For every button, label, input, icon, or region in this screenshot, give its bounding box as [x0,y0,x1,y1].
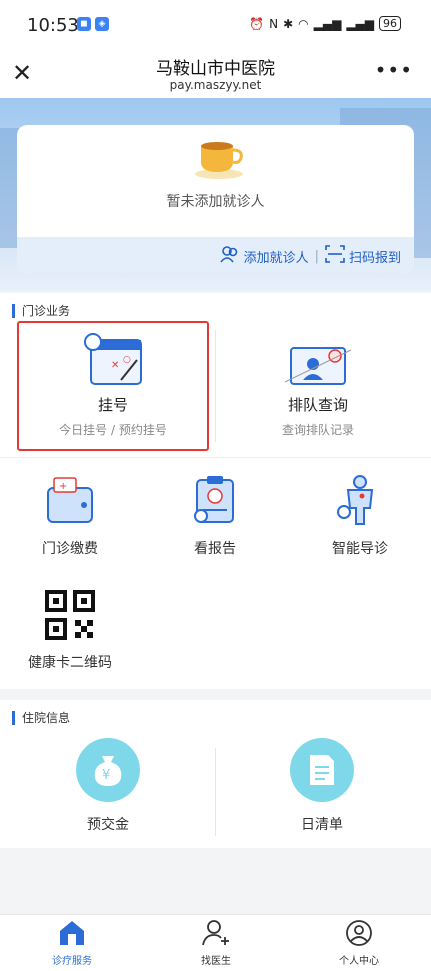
guide-item[interactable]: 智能导诊 [300,474,420,558]
wallet-icon: + [47,477,93,523]
guide-label: 智能导诊 [332,541,388,557]
divider [0,457,431,458]
tab-label: 找医生 [201,956,231,967]
payment-item[interactable]: + 门诊缴费 [10,474,130,558]
status-app-icons: ◼ ◈ [77,17,109,31]
bottom-tab-bar: 诊疗服务 找医生 个人中心 [0,914,431,971]
divider [215,748,216,836]
section-title: 住院信息 [12,711,70,725]
daily-list-item[interactable]: 日清单 [262,738,382,834]
scan-icon [325,245,345,267]
app-notification-icon: ◼ [77,17,91,31]
empty-patient-text: 暂未添加就诊人 [166,194,265,210]
report-label: 看报告 [194,541,236,557]
signal-icon: ▂▄▆ [313,16,342,31]
tab-medical-service[interactable]: 诊疗服务 [22,919,122,967]
status-indicators: ⏰ N ✱ ◠ ▂▄▆ ▂▄▆ 96 [249,16,401,31]
queue-subtitle: 查询排队记录 [281,423,354,437]
highlight-box [17,321,209,451]
queue-title: 排队查询 [287,396,348,414]
payment-label: 门诊缴费 [42,541,98,557]
health-card-qr-label: 健康卡二维码 [28,655,112,671]
divider [215,330,216,442]
deposit-label: 预交金 [87,817,129,833]
nav-bar: ✕ 马鞍山市中医院 pay.maszyy.net ••• [0,52,431,98]
alarm-icon: ⏰ [249,16,265,31]
nfc-icon: N [269,16,279,31]
report-clipboard-icon [194,476,234,523]
coffee-cup-icon [195,142,243,179]
status-bar: 10:53 ◼ ◈ ⏰ N ✱ ◠ ▂▄▆ ▂▄▆ 96 [0,0,431,52]
daily-list-label: 日清单 [301,817,343,833]
status-time: 10:53 [27,15,79,36]
shield-notification-icon: ◈ [95,17,109,31]
money-bag-icon: ¥ [76,738,140,802]
svg-text:+: + [59,481,67,492]
svg-text:¥: ¥ [102,768,110,783]
scan-checkin-button[interactable]: 扫码报到 [349,247,401,266]
battery-level: 96 [379,16,401,31]
tab-find-doctor[interactable]: 找医生 [166,919,266,967]
users-icon [219,245,240,267]
page-url: pay.maszyy.net [169,78,262,92]
patient-actions: 添加就诊人 | 扫码报到 [219,245,401,267]
page-title: 马鞍山市中医院 [156,59,275,79]
user-circle-icon [346,920,372,946]
signal-icon-2: ▂▄▆ [346,16,374,31]
action-separator: | [314,248,319,264]
add-patient-button[interactable]: 添加就诊人 [244,247,309,266]
bluetooth-icon: ✱ [283,16,294,31]
deposit-item[interactable]: ¥ 预交金 [48,738,168,834]
body-guide-icon [337,475,374,525]
qr-code-icon [45,590,95,640]
tab-label: 个人中心 [339,956,379,967]
section-title: 门诊业务 [12,304,70,318]
tab-personal-center[interactable]: 个人中心 [309,919,409,967]
report-item[interactable]: 看报告 [155,474,275,558]
health-card-qr-item[interactable]: 健康卡二维码 [10,590,130,672]
queue-item[interactable]: 排队查询 查询排队记录 [222,342,414,438]
add-user-icon [202,920,229,946]
document-icon [290,738,354,802]
more-menu-icon[interactable]: ••• [375,58,413,82]
wifi-icon: ◠ [298,16,309,31]
tab-label: 诊疗服务 [52,956,92,967]
queue-people-icon [284,347,352,385]
home-icon [60,921,84,945]
